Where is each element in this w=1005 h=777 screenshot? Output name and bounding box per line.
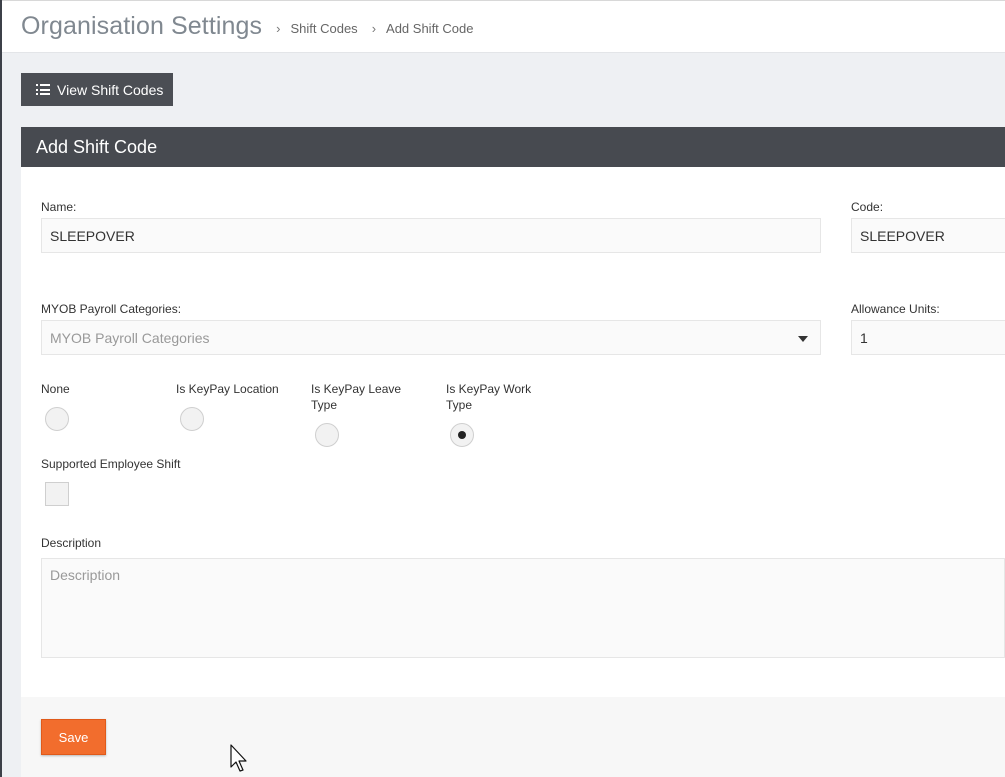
description-textarea[interactable]: Description (41, 558, 1005, 658)
name-input-value: SLEEPOVER (50, 227, 135, 244)
name-input[interactable]: SLEEPOVER (41, 218, 821, 253)
form-footer: Save (21, 697, 1005, 777)
allowance-units-label: Allowance Units: (851, 302, 940, 316)
code-label: Code: (851, 200, 884, 214)
radio-keypay-location[interactable] (180, 407, 204, 431)
view-shift-codes-button[interactable]: View Shift Codes (21, 73, 173, 106)
panel-title: Add Shift Code (36, 136, 158, 157)
code-input[interactable]: SLEEPOVER (851, 218, 1005, 253)
radio-keypay-work-type[interactable] (450, 423, 474, 447)
code-input-value: SLEEPOVER (860, 227, 945, 244)
payroll-categories-placeholder: MYOB Payroll Categories (50, 329, 210, 346)
page-header: Organisation Settings › Shift Codes › Ad… (2, 0, 1005, 53)
name-label: Name: (41, 200, 77, 214)
panel-header: Add Shift Code (21, 127, 1005, 167)
payroll-categories-select[interactable]: MYOB Payroll Categories (41, 320, 821, 355)
add-shift-code-form: Name: SLEEPOVER Code: SLEEPOVER MYOB Pay… (21, 167, 1005, 697)
supported-employee-shift-checkbox[interactable] (45, 482, 69, 506)
save-button[interactable]: Save (41, 719, 106, 755)
breadcrumb-shift-codes[interactable]: Shift Codes (290, 21, 357, 36)
radio-none[interactable] (45, 407, 69, 431)
breadcrumb-separator-icon: › (276, 21, 281, 36)
radio-keypay-location-label: Is KeyPay Location (176, 382, 279, 396)
page-title: Organisation Settings (21, 12, 263, 40)
breadcrumb-separator-icon: › (371, 21, 377, 36)
description-placeholder: Description (50, 567, 121, 583)
supported-employee-shift-label: Supported Employee Shift (41, 457, 181, 471)
radio-keypay-work-type-label: Is KeyPay Work Type (446, 382, 532, 412)
description-label: Description (41, 536, 102, 550)
list-icon (36, 84, 50, 95)
allowance-units-value: 1 (860, 329, 868, 346)
mouse-cursor-icon (230, 744, 247, 772)
window-left-edge (0, 0, 2, 777)
payroll-categories-label: MYOB Payroll Categories: (41, 302, 182, 316)
radio-keypay-leave-type[interactable] (315, 423, 339, 447)
breadcrumb-add-shift-code: Add Shift Code (386, 21, 474, 36)
radio-keypay-leave-type-label: Is KeyPay Leave Type (311, 382, 402, 412)
view-shift-codes-label: View Shift Codes (57, 81, 164, 98)
caret-down-icon (798, 336, 808, 342)
allowance-units-input[interactable]: 1 (851, 320, 1005, 355)
radio-none-label: None (41, 382, 70, 396)
